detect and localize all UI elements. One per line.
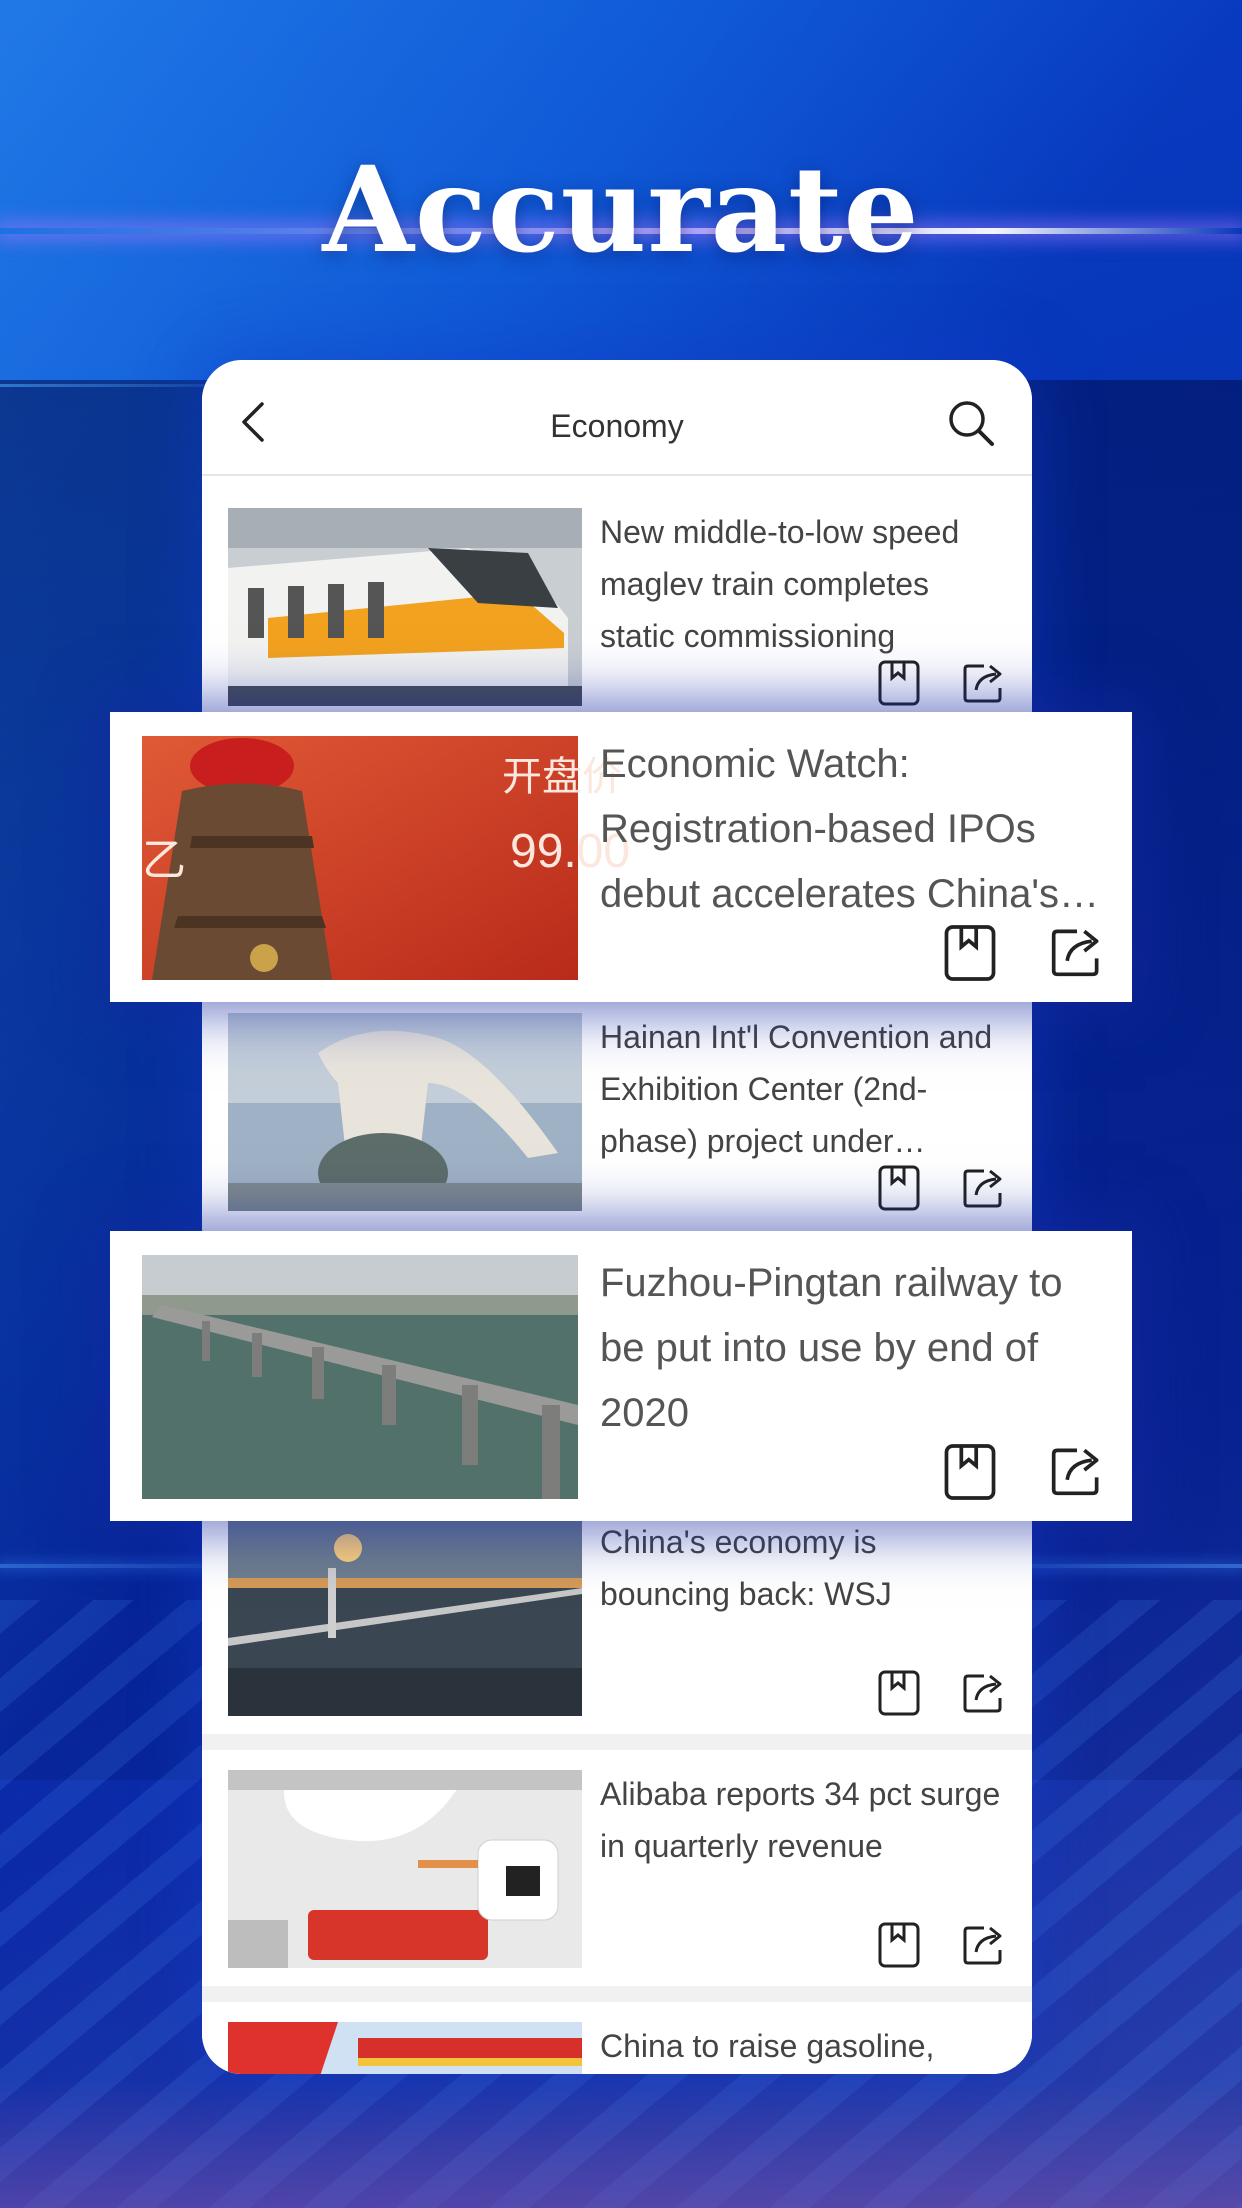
background-bottom-glow xyxy=(0,2080,1242,2208)
list-item[interactable]: China to raise gasoline, xyxy=(202,2002,1032,2074)
page-title: Economy xyxy=(550,408,684,444)
share-icon[interactable] xyxy=(962,1165,1006,1209)
list-item[interactable]: New middle-to-low speed maglev train com… xyxy=(202,488,1032,724)
share-icon[interactable] xyxy=(1050,1443,1104,1497)
share-icon[interactable] xyxy=(962,1922,1006,1966)
list-separator xyxy=(202,1734,1032,1750)
article-title[interactable]: China to raise gasoline, xyxy=(600,2020,1012,2072)
list-item[interactable]: Hainan Int'l Convention and Exhibition C… xyxy=(202,993,1032,1229)
search-icon[interactable] xyxy=(946,398,996,448)
article-thumbnail xyxy=(142,1255,578,1499)
share-icon[interactable] xyxy=(962,660,1006,704)
article-thumbnail xyxy=(228,1013,582,1211)
article-thumbnail xyxy=(228,508,582,706)
nav-bar: Economy xyxy=(202,360,1032,476)
article-title[interactable]: New middle-to-low speed maglev train com… xyxy=(600,506,1012,662)
thumbnail-left-char: 乙 xyxy=(142,836,186,885)
article-thumbnail xyxy=(228,2022,582,2074)
phone-mockup: Economy New middle-to-low speed maglev t… xyxy=(202,360,1032,2074)
featured-article-card[interactable]: 开盘价 99.00 乙 Economic Watch: Registration… xyxy=(110,712,1132,1002)
bookmark-icon[interactable] xyxy=(878,1165,920,1211)
article-title[interactable]: Economic Watch: Registration-based IPOs … xyxy=(600,732,1112,927)
bookmark-icon[interactable] xyxy=(878,660,920,706)
article-thumbnail xyxy=(228,1770,582,1968)
article-title[interactable]: Fuzhou-Pingtan railway to be put into us… xyxy=(600,1251,1112,1446)
list-separator xyxy=(202,1986,1032,2002)
bookmark-icon[interactable] xyxy=(878,1670,920,1716)
list-item[interactable]: Alibaba reports 34 pct surge in quarterl… xyxy=(202,1750,1032,1986)
share-icon[interactable] xyxy=(1050,924,1104,978)
bookmark-icon[interactable] xyxy=(944,1443,996,1501)
share-icon[interactable] xyxy=(962,1670,1006,1714)
list-item[interactable]: China's economy is bouncing back: WSJ xyxy=(202,1498,1032,1734)
article-thumbnail xyxy=(228,1518,582,1716)
article-title[interactable]: Alibaba reports 34 pct surge in quarterl… xyxy=(600,1768,1012,1872)
featured-article-card[interactable]: Fuzhou-Pingtan railway to be put into us… xyxy=(110,1231,1132,1521)
bookmark-icon[interactable] xyxy=(878,1922,920,1968)
article-title[interactable]: China's economy is bouncing back: WSJ xyxy=(600,1516,1012,1620)
hero-title: Accurate xyxy=(322,140,920,279)
bookmark-icon[interactable] xyxy=(944,924,996,982)
article-title[interactable]: Hainan Int'l Convention and Exhibition C… xyxy=(600,1011,1012,1167)
